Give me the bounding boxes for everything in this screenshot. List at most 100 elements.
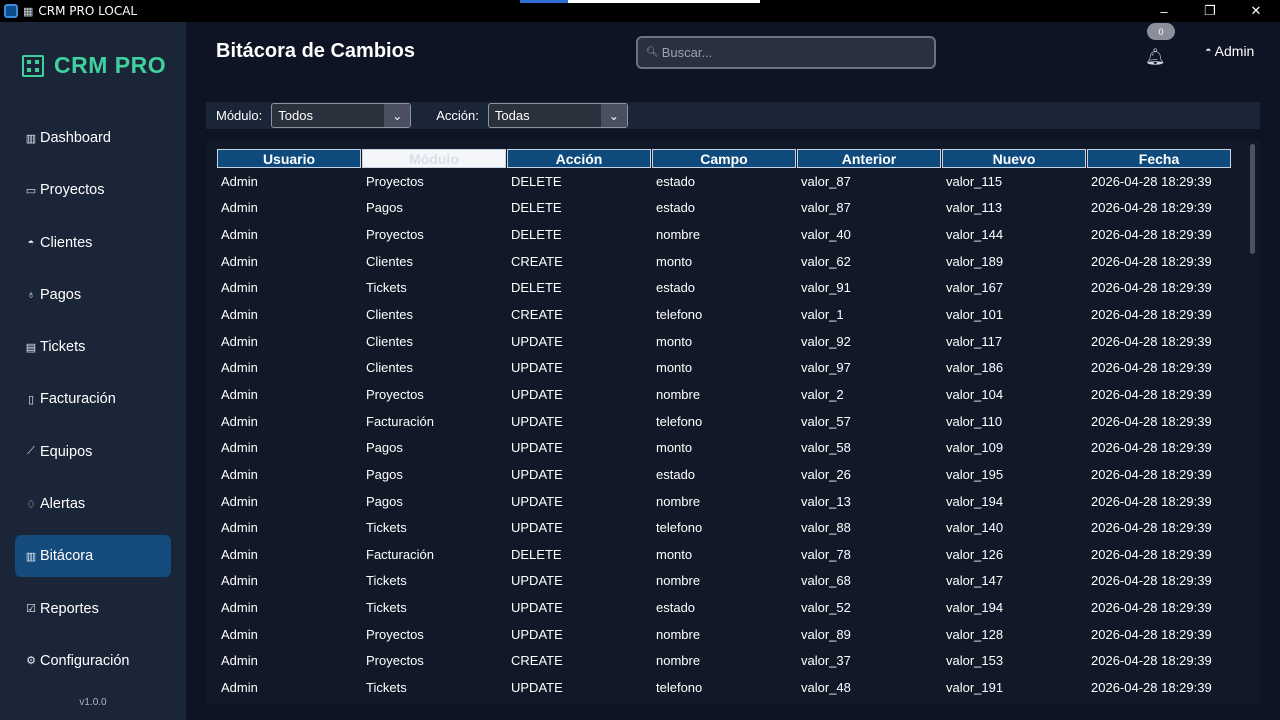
- table-cell: CREATE: [511, 653, 563, 669]
- table-cell: Admin: [221, 227, 258, 243]
- table-cell: 2026-04-28 18:29:39: [1091, 413, 1212, 429]
- table-row[interactable]: Admin Pagos UPDATE estado valor_26 valor_195 2…: [217, 461, 1232, 488]
- table-cell: valor_57: [801, 413, 851, 429]
- user-icon: ◓: [27, 236, 35, 249]
- sidebar-item-dashboard[interactable]: ▥ Dashboard: [15, 117, 171, 159]
- table-cell: nombre: [656, 626, 701, 642]
- sidebar-item-pagos[interactable]: ♁ Pagos: [15, 274, 171, 316]
- table-cell: Admin: [221, 600, 258, 616]
- maximize-button[interactable]: ❐: [1187, 0, 1233, 22]
- sidebar-item-facturacion[interactable]: ▯ Facturación: [15, 378, 171, 420]
- table-cell: UPDATE: [511, 413, 563, 429]
- table-row[interactable]: Admin Tickets UPDATE nombre valor_68 valor_14…: [217, 568, 1232, 595]
- search-box[interactable]: 🔍︎: [636, 36, 936, 69]
- sidebar-item-alertas[interactable]: ♢ Alertas: [15, 483, 171, 525]
- table-cell: valor_186: [946, 360, 1004, 376]
- sidebar-item-label: Proyectos: [40, 182, 105, 199]
- table-cell: Clientes: [366, 360, 413, 376]
- app-window-icon: [4, 4, 18, 18]
- table-cell: valor_52: [801, 600, 851, 616]
- table-cell: valor_40: [801, 227, 851, 243]
- chevron-down-icon[interactable]: ⌄: [599, 104, 627, 127]
- table-cell: Admin: [221, 466, 258, 482]
- table-row[interactable]: Admin Proyectos DELETE nombre valor_40 valor_…: [217, 221, 1232, 248]
- table-row[interactable]: Admin Facturación DELETE monto valor_78 valor…: [217, 541, 1232, 568]
- table-cell: Tickets: [366, 679, 407, 695]
- column-header[interactable]: Nuevo: [942, 149, 1086, 168]
- sidebar-item-configuracion[interactable]: ⚙ Configuración: [15, 640, 171, 682]
- table-row[interactable]: Admin Clientes CREATE monto valor_62 valor_18…: [217, 248, 1232, 275]
- sidebar-item-proyectos[interactable]: ▭ Proyectos: [15, 169, 171, 211]
- table-cell: valor_87: [801, 173, 851, 189]
- table-row[interactable]: Admin Clientes CREATE telefono valor_1 valor_…: [217, 301, 1232, 328]
- table-cell: Proyectos: [366, 653, 424, 669]
- table-row[interactable]: Admin Pagos UPDATE nombre valor_13 valor_194 2…: [217, 488, 1232, 515]
- table-row[interactable]: Admin Facturación UPDATE telefono valor_57 va…: [217, 408, 1232, 435]
- table-cell: Clientes: [366, 253, 413, 269]
- sidebar-item-tickets[interactable]: ▤ Tickets: [15, 326, 171, 368]
- column-header[interactable]: Fecha: [1087, 149, 1231, 168]
- module-filter-label: Módulo:: [216, 108, 263, 123]
- column-header[interactable]: Anterior: [797, 149, 941, 168]
- table-cell: monto: [656, 440, 693, 456]
- table-cell: valor_88: [801, 520, 851, 536]
- table-cell: valor_26: [801, 466, 851, 482]
- building-icon: [22, 54, 44, 77]
- sidebar: CRM PRO ▥ Dashboard ▭ Proyectos ◓ Clientes ♁ Pa…: [0, 22, 186, 720]
- table-row[interactable]: Admin Proyectos UPDATE nombre valor_89 valor_…: [217, 621, 1232, 648]
- table-row[interactable]: Admin Tickets DELETE estado valor_91 valor_16…: [217, 275, 1232, 302]
- table-cell: Admin: [221, 626, 258, 642]
- column-header[interactable]: Campo: [652, 149, 796, 168]
- table-cell: valor_189: [946, 253, 1004, 269]
- table-cell: Admin: [221, 440, 258, 456]
- search-input[interactable]: [661, 45, 922, 60]
- table-row[interactable]: Admin Tickets UPDATE telefono valor_48 valor_…: [217, 674, 1232, 701]
- module-filter-select[interactable]: Todos ⌄: [271, 103, 412, 128]
- table-cell: valor_117: [946, 333, 1003, 349]
- table-cell: Admin: [221, 493, 258, 509]
- table-cell: 2026-04-28 18:29:39: [1091, 227, 1212, 243]
- user-menu[interactable]: ◓ Admin: [1205, 43, 1254, 59]
- search-icon: 🔍︎: [646, 47, 659, 58]
- table-row[interactable]: Admin Clientes UPDATE monto valor_92 valor_11…: [217, 328, 1232, 355]
- column-header[interactable]: Acción: [507, 149, 651, 168]
- table-row[interactable]: Admin Proyectos DELETE estado valor_87 valor_…: [217, 168, 1232, 195]
- sidebar-item-equipos[interactable]: ⟋ Equipos: [15, 431, 171, 473]
- column-header[interactable]: Módulo: [362, 149, 506, 168]
- column-header[interactable]: Usuario: [217, 149, 361, 168]
- user-icon: ◓: [1205, 45, 1212, 57]
- sidebar-item-reportes[interactable]: ☑ Reportes: [15, 588, 171, 630]
- table-cell: valor_37: [801, 653, 851, 669]
- table-cell: Admin: [221, 360, 258, 376]
- table-row[interactable]: Admin Proyectos CREATE nombre valor_37 valor_…: [217, 648, 1232, 675]
- wrench-icon: ⟋: [27, 445, 35, 458]
- bell-icon[interactable]: 🔔︎: [1145, 47, 1165, 67]
- table-cell: Admin: [221, 333, 258, 349]
- table-row[interactable]: Admin Pagos UPDATE monto valor_58 valor_109 20…: [217, 434, 1232, 461]
- sidebar-item-label: Alertas: [40, 496, 86, 513]
- minimize-button[interactable]: –: [1141, 0, 1187, 22]
- table-row[interactable]: Admin Clientes UPDATE monto valor_97 valor_18…: [217, 354, 1232, 381]
- table-row[interactable]: Admin Tickets UPDATE estado valor_52 valor_19…: [217, 594, 1232, 621]
- close-button[interactable]: ✕: [1233, 0, 1279, 22]
- scrollbar-thumb[interactable]: [1250, 144, 1255, 254]
- table-cell: valor_195: [946, 466, 1004, 482]
- table-cell: 2026-04-28 18:29:39: [1091, 626, 1212, 642]
- table-row[interactable]: Admin Proyectos UPDATE nombre valor_2 valor_1…: [217, 381, 1232, 408]
- title-progress-bar: [520, 0, 760, 3]
- table-cell: valor_104: [946, 386, 1004, 402]
- table-cell: estado: [656, 280, 696, 296]
- sidebar-item-label: Dashboard: [40, 130, 111, 146]
- vertical-scrollbar[interactable]: [1246, 140, 1260, 705]
- action-filter-select[interactable]: Todas ⌄: [487, 103, 628, 128]
- sidebar-item-bitacora[interactable]: ▥ Bitácora: [15, 535, 171, 578]
- page-title: Bitácora de Cambios: [216, 40, 415, 62]
- sidebar-item-clientes[interactable]: ◓ Clientes: [15, 222, 171, 264]
- table-row[interactable]: Admin Pagos DELETE estado valor_87 valor_113 2…: [217, 195, 1232, 222]
- table-cell: Admin: [221, 653, 258, 669]
- table-cell: 2026-04-28 18:29:39: [1091, 493, 1212, 509]
- table-row[interactable]: Admin Tickets UPDATE telefono valor_88 valor_…: [217, 514, 1232, 541]
- notifications-button[interactable]: 0 🔔︎: [1140, 22, 1175, 68]
- chevron-down-icon[interactable]: ⌄: [383, 104, 411, 127]
- table-header: Usuario Módulo Acción Campo Anterior Nuevo Fec…: [217, 149, 1232, 168]
